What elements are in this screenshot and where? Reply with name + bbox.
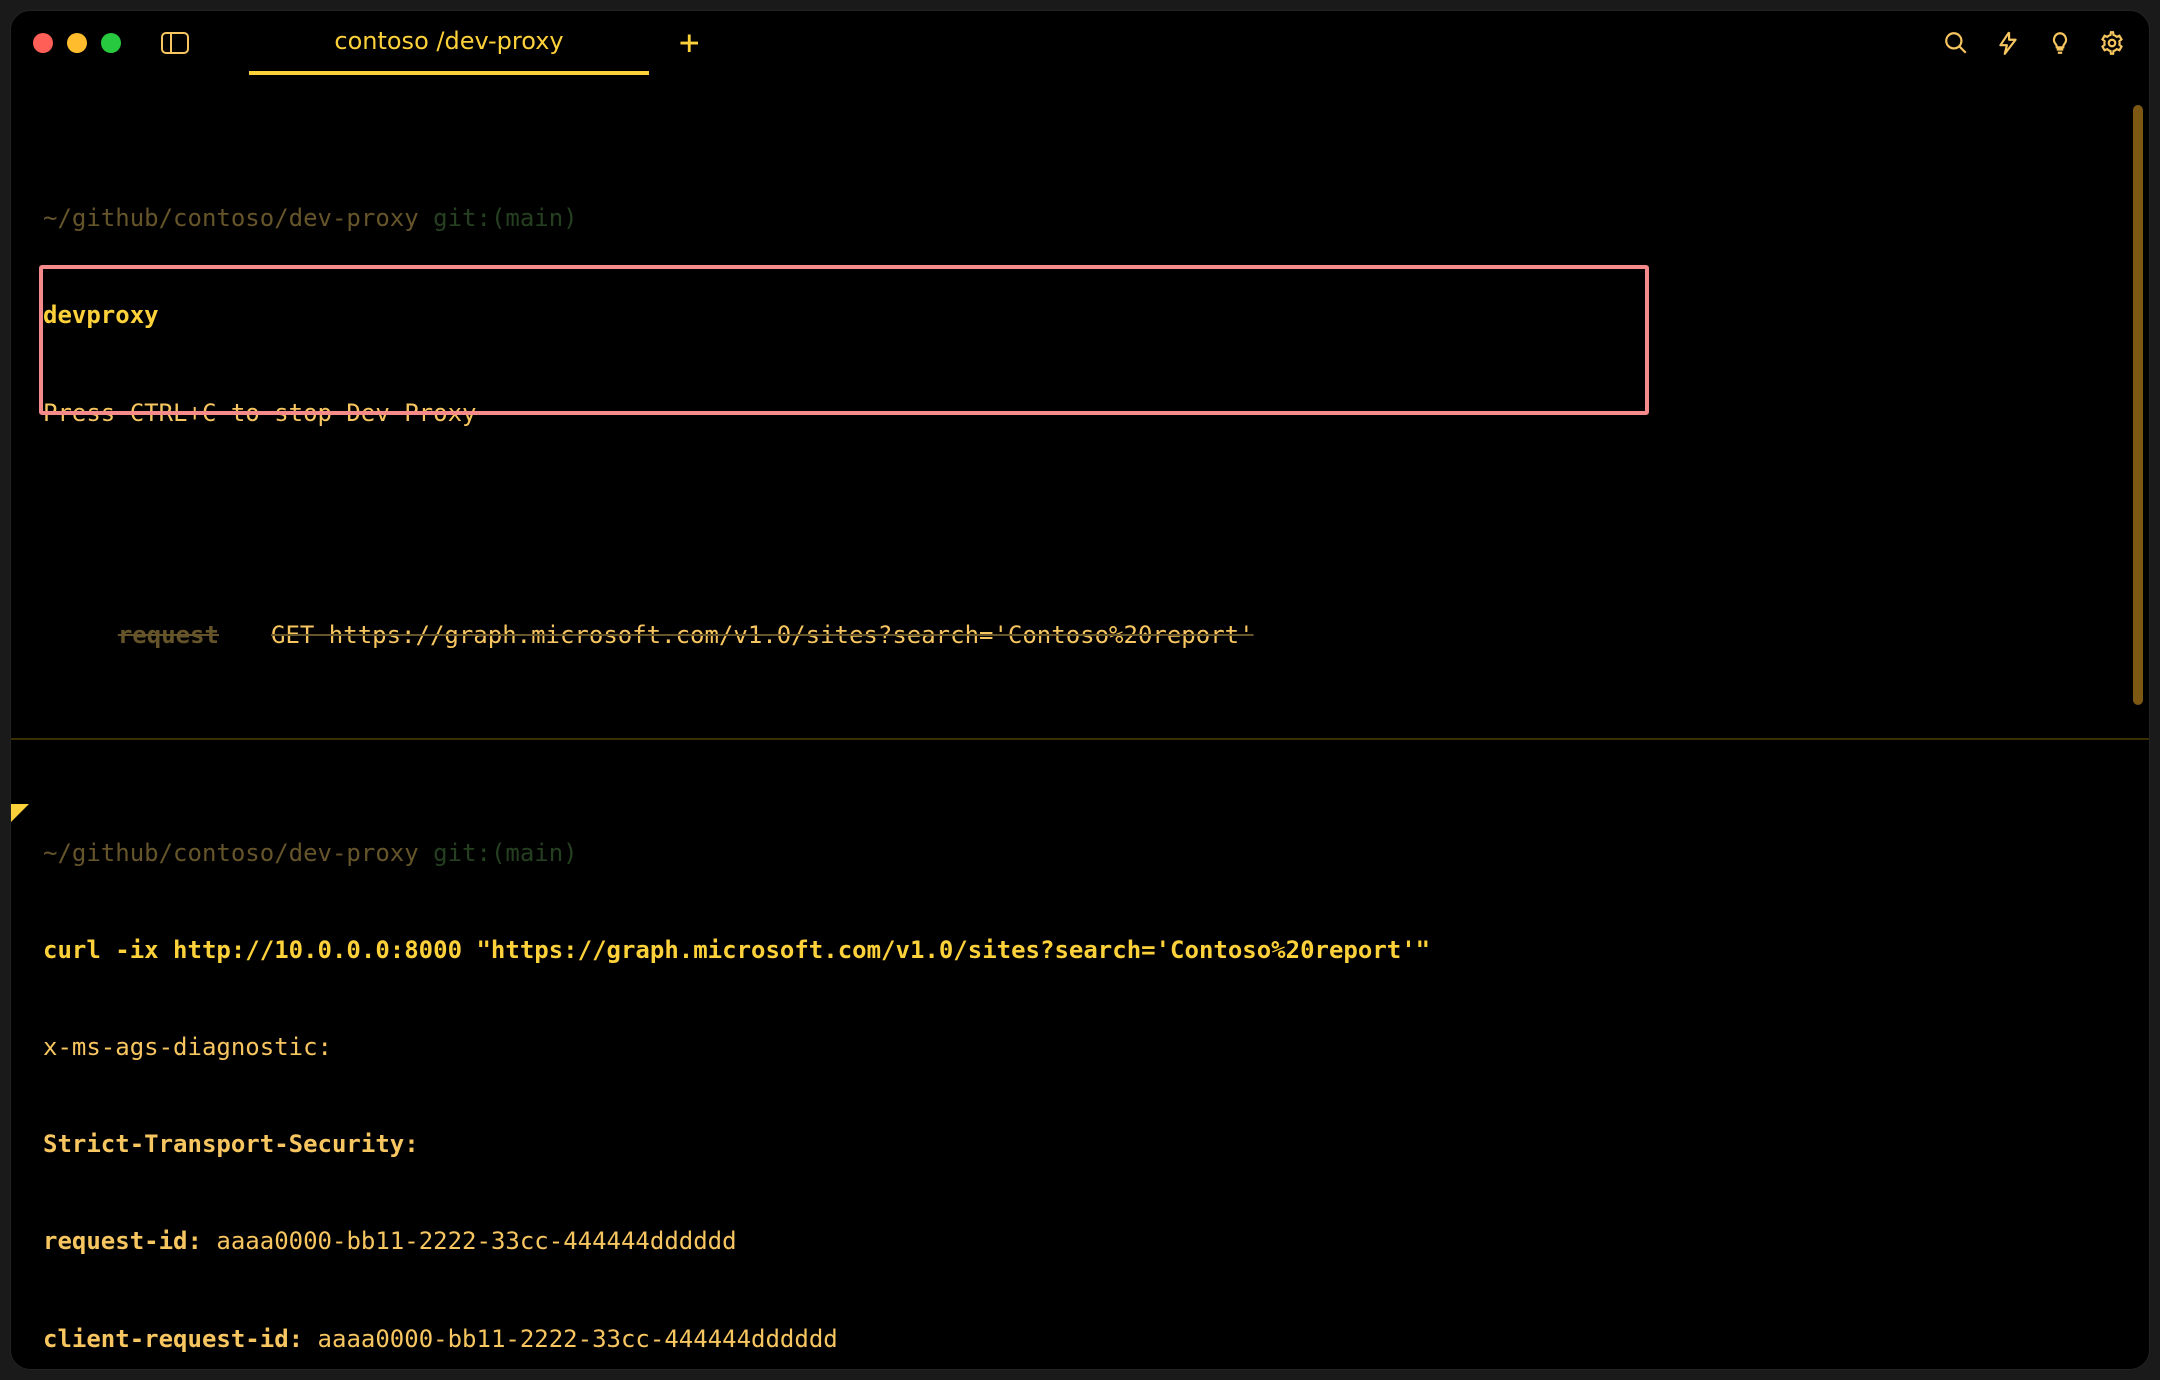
shell-prompt: ~/github/contoso/dev-proxy git:(main) bbox=[43, 837, 2117, 869]
scrollbar[interactable] bbox=[2133, 105, 2143, 705]
response-header: client-request-id: aaaa0000-bb11-2222-33… bbox=[43, 1323, 2117, 1355]
curl-command: curl -ix http://10.0.0.0:8000 "https://g… bbox=[43, 934, 2117, 966]
tab-title: contoso /dev-proxy bbox=[334, 27, 563, 55]
stop-hint: Press CTRL+C to stop Dev Proxy bbox=[43, 397, 2117, 429]
settings-gear-icon[interactable] bbox=[2097, 28, 2127, 58]
request-tag: request bbox=[110, 619, 227, 651]
lightbulb-icon[interactable] bbox=[2045, 28, 2075, 58]
titlebar: contoso /dev-proxy + bbox=[11, 11, 2149, 75]
response-header: request-id: aaaa0000-bb11-2222-33cc-4444… bbox=[43, 1225, 2117, 1257]
titlebar-actions bbox=[1941, 11, 2127, 75]
zoom-window-button[interactable] bbox=[101, 33, 121, 53]
log-request: request GET https://graph.microsoft.com/… bbox=[43, 619, 2117, 651]
minimize-window-button[interactable] bbox=[67, 33, 87, 53]
sidebar-toggle-icon[interactable] bbox=[161, 32, 189, 54]
close-window-button[interactable] bbox=[33, 33, 53, 53]
response-header: Strict-Transport-Security: bbox=[43, 1128, 2117, 1160]
active-pane-indicator-icon bbox=[11, 804, 29, 822]
terminal-pane-top[interactable]: ~/github/contoso/dev-proxy git:(main) de… bbox=[11, 75, 2149, 740]
annotation-highlight-box bbox=[39, 265, 1649, 415]
new-tab-button[interactable]: + bbox=[679, 23, 699, 63]
response-header: x-ms-ags-diagnostic: bbox=[43, 1031, 2117, 1063]
terminal-window: contoso /dev-proxy + ~/github/contoso/de… bbox=[10, 10, 2150, 1370]
command-entered: devproxy bbox=[43, 299, 2117, 331]
traffic-lights bbox=[33, 33, 121, 53]
tab-active[interactable]: contoso /dev-proxy bbox=[249, 11, 649, 75]
terminal-pane-bottom[interactable]: ~/github/contoso/dev-proxy git:(main) cu… bbox=[11, 742, 2149, 1369]
search-icon[interactable] bbox=[1941, 28, 1971, 58]
bolt-icon[interactable] bbox=[1993, 28, 2023, 58]
shell-prompt: ~/github/contoso/dev-proxy git:(main) bbox=[43, 202, 2117, 234]
